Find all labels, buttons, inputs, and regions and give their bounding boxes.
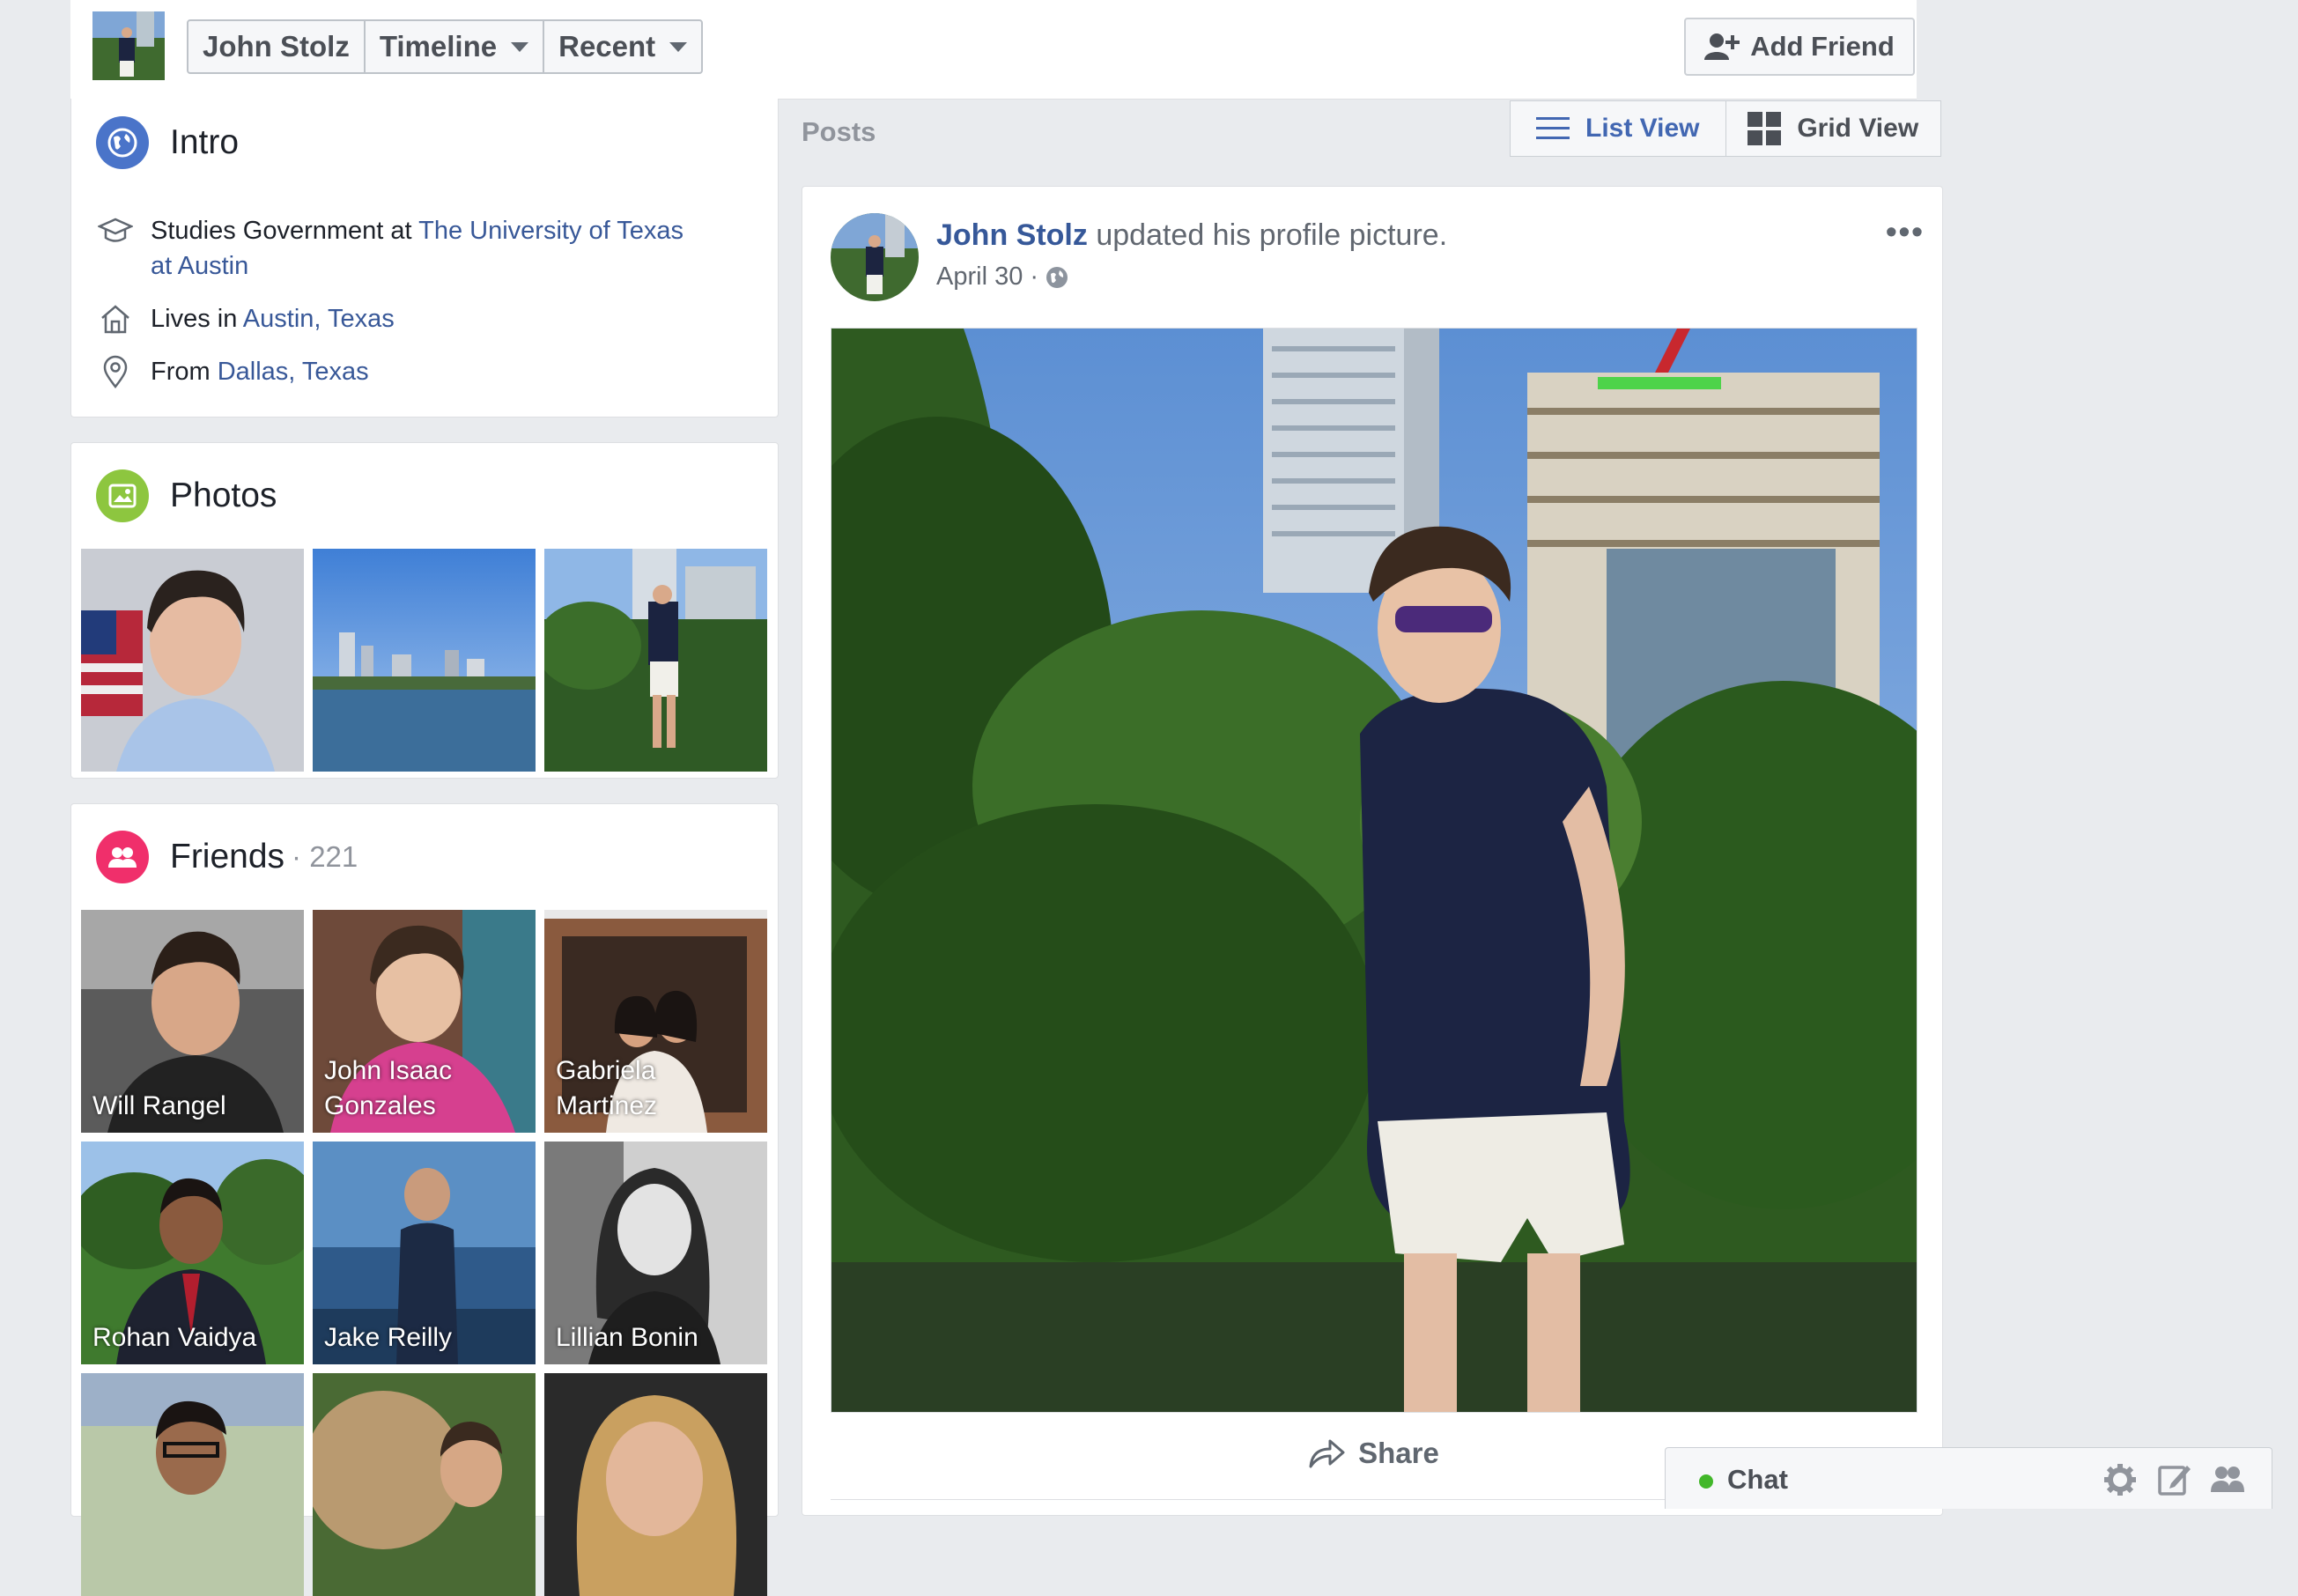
list-view-label: List View [1585, 114, 1700, 143]
recent-tab[interactable]: Recent [544, 21, 701, 72]
friends-card: Friends · 221 Will Rangel John Isaac Gon… [70, 803, 779, 1596]
friend-name: John Isaac Gonzales [324, 1056, 453, 1120]
friend-tile[interactable]: Rohan Vaidya [81, 1142, 304, 1364]
post-options-button[interactable]: ••• [1886, 213, 1925, 250]
posts-label: Posts [802, 116, 876, 147]
school-link-continued[interactable]: at Austin [151, 252, 248, 280]
home-icon [96, 301, 135, 336]
recent-label: Recent [558, 30, 656, 63]
share-label: Share [1358, 1437, 1439, 1469]
intro-title: Intro [170, 123, 240, 161]
photo-thumbnail[interactable] [81, 549, 304, 772]
friend-tile[interactable]: Gabriela Martinez [544, 910, 767, 1133]
timeline-label: Timeline [379, 30, 498, 63]
view-toggle: List View Grid View [1510, 100, 1941, 157]
from-prefix: From [151, 358, 218, 386]
profile-nav-group: John Stolz Timeline Recent [187, 19, 704, 74]
profile-name-tab[interactable]: John Stolz [188, 21, 366, 72]
from-city-link[interactable]: Dallas, Texas [218, 358, 369, 386]
friend-tile[interactable] [81, 1373, 304, 1596]
photo-icon [96, 469, 149, 522]
friend-name: Gabriela Martinez [556, 1056, 658, 1120]
intro-lives: Lives in Austin, Texas [96, 301, 395, 336]
profile-name-label: John Stolz [203, 30, 350, 63]
chevron-down-icon [511, 41, 529, 52]
list-view-button[interactable]: List View [1511, 101, 1726, 156]
post-header: John Stolz updated his profile picture. [936, 218, 1447, 253]
grid-view-button[interactable]: Grid View [1726, 101, 1941, 156]
intro-from: From Dallas, Texas [96, 354, 369, 389]
new-group-icon[interactable] [2210, 1462, 2245, 1497]
friend-tile[interactable] [313, 1373, 536, 1596]
post-photo[interactable] [831, 328, 1917, 1413]
lives-prefix: Lives in [151, 305, 243, 333]
grid-icon [1748, 112, 1782, 145]
photo-thumbnail[interactable] [544, 549, 767, 772]
add-friend-icon [1704, 33, 1740, 60]
post-action-text: updated his profile picture. [1087, 218, 1448, 252]
photo-thumbnail[interactable] [313, 549, 536, 772]
friend-tile[interactable] [544, 1373, 767, 1596]
add-friend-label: Add Friend [1750, 31, 1895, 62]
post-meta: April 30 · [936, 262, 1068, 292]
graduation-cap-icon [96, 213, 135, 248]
studies-prefix: Studies Government at [151, 217, 419, 245]
profile-avatar-small[interactable] [92, 11, 165, 80]
photos-title[interactable]: Photos [170, 477, 277, 515]
location-pin-icon [96, 354, 135, 389]
school-link[interactable]: The University of Texas [418, 217, 683, 245]
friends-icon [96, 831, 149, 883]
globe-icon[interactable] [1046, 266, 1068, 289]
friend-tile[interactable]: John Isaac Gonzales [313, 910, 536, 1133]
gear-icon[interactable] [2102, 1462, 2138, 1497]
friend-name: Jake Reilly [324, 1323, 453, 1352]
friend-name: Lillian Bonin [556, 1323, 698, 1352]
post-author-link[interactable]: John Stolz [936, 218, 1088, 252]
intro-card: Intro Studies Government at The Universi… [70, 99, 779, 417]
friend-tile[interactable]: Lillian Bonin [544, 1142, 767, 1364]
post-author-avatar[interactable] [831, 213, 919, 301]
share-icon [1309, 1439, 1345, 1468]
globe-icon [96, 116, 149, 169]
add-friend-button[interactable]: Add Friend [1684, 18, 1915, 76]
intro-header: Intro [96, 116, 239, 169]
friend-tile[interactable]: Will Rangel [81, 910, 304, 1133]
post-date[interactable]: April 30 [936, 262, 1023, 292]
lives-city-link[interactable]: Austin, Texas [243, 305, 395, 333]
chat-label: Chat [1727, 1464, 1788, 1495]
photos-card: Photos [70, 442, 779, 779]
online-status-dot [1699, 1474, 1713, 1489]
chevron-down-icon [669, 41, 688, 52]
chat-bar[interactable]: Chat [1665, 1447, 2272, 1509]
friend-name: Rohan Vaidya [92, 1323, 257, 1352]
grid-view-label: Grid View [1797, 114, 1919, 143]
friends-header: Friends · 221 [96, 831, 358, 883]
timeline-tab[interactable]: Timeline [366, 21, 545, 72]
friends-count: · 221 [292, 840, 358, 873]
friend-tile[interactable]: Jake Reilly [313, 1142, 536, 1364]
post-card: John Stolz updated his profile picture. … [802, 186, 1943, 1516]
friends-title[interactable]: Friends [170, 838, 284, 876]
intro-education: Studies Government at The University of … [96, 213, 683, 284]
post-date-separator: · [1023, 262, 1046, 291]
list-icon [1536, 117, 1570, 139]
compose-icon[interactable] [2157, 1462, 2192, 1497]
friend-name: Will Rangel [92, 1091, 226, 1120]
photos-header: Photos [96, 469, 277, 522]
